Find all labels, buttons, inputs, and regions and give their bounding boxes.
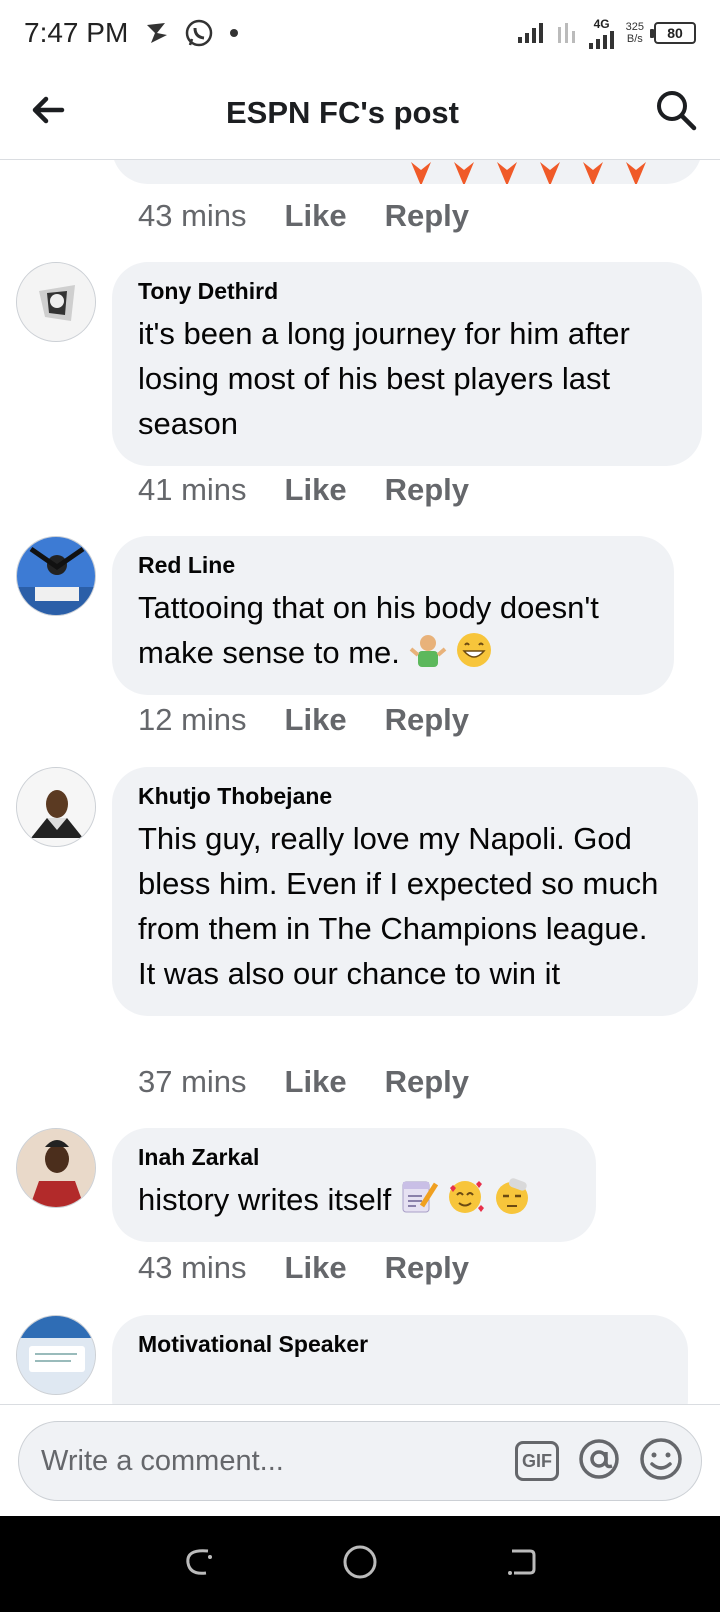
- system-nav-bar: [0, 1516, 720, 1612]
- avatar[interactable]: [16, 1128, 96, 1208]
- comment-author[interactable]: Inah Zarkal: [138, 1144, 570, 1171]
- comment-placeholder: Write a comment...: [41, 1444, 284, 1477]
- comment-actions: 37 mins Like Reply: [138, 1064, 469, 1100]
- comment-author[interactable]: Khutjo Thobejane: [138, 783, 672, 810]
- gif-icon[interactable]: GIF: [515, 1441, 559, 1481]
- net-unit: B/s: [626, 33, 643, 45]
- reply-button[interactable]: Reply: [385, 702, 469, 738]
- page-title: ESPN FC's post: [225, 94, 459, 130]
- reply-button[interactable]: Reply: [385, 198, 469, 234]
- comment-author[interactable]: Red Line: [138, 552, 648, 579]
- avatar[interactable]: [16, 767, 96, 847]
- like-button[interactable]: Like: [285, 702, 347, 738]
- reply-button[interactable]: Reply: [385, 1250, 469, 1286]
- comment-actions: 43 mins Like Reply: [138, 198, 469, 234]
- signal-icon: [517, 23, 543, 43]
- face-with-bandage-emoji-icon: [493, 1178, 531, 1216]
- app-notification-icon: [142, 18, 172, 48]
- comment-composer: Write a comment... GIF: [0, 1404, 720, 1516]
- comment-text-line: Tattooing that on his body doesn't make …: [138, 585, 648, 675]
- comment-actions: 43 mins Like Reply: [138, 1250, 469, 1286]
- comment-time: 43 mins: [138, 198, 247, 233]
- avatar[interactable]: [16, 262, 96, 342]
- comment-actions: 12 mins Like Reply: [138, 702, 469, 738]
- battery-level: 80: [667, 25, 683, 41]
- at-mention-icon[interactable]: [577, 1437, 621, 1486]
- signal-weak-icon: [557, 23, 575, 43]
- fire-emoji-row: [411, 162, 646, 184]
- status-bar: 7:47 PM 4G 325 B/s 80: [0, 0, 720, 66]
- reply-button[interactable]: Reply: [385, 472, 469, 508]
- like-button[interactable]: Like: [285, 1064, 347, 1100]
- network-indicator: 4G: [588, 17, 616, 49]
- comment-actions: 41 mins Like Reply: [138, 472, 469, 508]
- comment-text-line: history writes itself: [138, 1177, 570, 1222]
- comment-text: Tattooing that on his body doesn't make …: [138, 590, 599, 670]
- memo-emoji-icon: [400, 1178, 438, 1216]
- comment-text: history writes itself: [138, 1182, 392, 1217]
- partial-comment-bubble: [112, 160, 702, 184]
- comment-bubble: Red Line Tattooing that on his body does…: [112, 536, 674, 695]
- post-header: ESPN FC's post: [0, 66, 720, 160]
- comment-bubble: Motivational Speaker: [112, 1315, 688, 1404]
- back-nav-icon[interactable]: [504, 1545, 538, 1584]
- net-speed: 325 B/s: [626, 21, 644, 45]
- like-button[interactable]: Like: [285, 472, 347, 508]
- comment-text: This guy, really love my Napoli. God ble…: [138, 821, 659, 991]
- comment-time: 41 mins: [138, 472, 247, 507]
- whatsapp-icon: [184, 18, 214, 48]
- reply-button[interactable]: Reply: [385, 1064, 469, 1100]
- grinning-emoji-icon: [455, 631, 493, 669]
- notification-dot-icon: [230, 29, 239, 37]
- status-time: 7:47 PM: [24, 17, 129, 48]
- shrug-emoji-icon: [409, 631, 447, 669]
- comments-list[interactable]: 43 mins Like Reply Tony Dethird it's bee…: [0, 160, 720, 1404]
- net-rate: 325: [625, 21, 644, 33]
- network-type: 4G: [593, 17, 610, 31]
- recent-apps-icon[interactable]: [182, 1545, 216, 1584]
- smiling-hearts-emoji-icon: [446, 1178, 485, 1216]
- search-icon[interactable]: [654, 88, 698, 132]
- emoji-icon[interactable]: [639, 1437, 683, 1486]
- signal-4g-icon: [588, 31, 614, 49]
- like-button[interactable]: Like: [285, 198, 347, 234]
- comment-author[interactable]: Motivational Speaker: [138, 1331, 662, 1358]
- comment-time: 12 mins: [138, 702, 247, 737]
- comment-bubble: Tony Dethird it's been a long journey fo…: [112, 262, 702, 466]
- comment-time: 37 mins: [138, 1064, 247, 1099]
- composer-icons: GIF: [515, 1437, 701, 1486]
- comment-bubble: Khutjo Thobejane This guy, really love m…: [112, 767, 698, 1016]
- comment-input[interactable]: Write a comment... GIF: [18, 1421, 702, 1501]
- comment-bubble: Inah Zarkal history writes itself: [112, 1128, 596, 1242]
- home-icon[interactable]: [341, 1543, 379, 1586]
- avatar[interactable]: [16, 536, 96, 616]
- avatar[interactable]: [16, 1315, 96, 1395]
- comment-author[interactable]: Tony Dethird: [138, 278, 676, 305]
- battery-icon: 80: [650, 22, 696, 44]
- comment-text: it's been a long journey for him after l…: [138, 316, 630, 441]
- comment-time: 43 mins: [138, 1250, 247, 1285]
- status-right: 4G 325 B/s 80: [516, 17, 696, 49]
- like-button[interactable]: Like: [285, 1250, 347, 1286]
